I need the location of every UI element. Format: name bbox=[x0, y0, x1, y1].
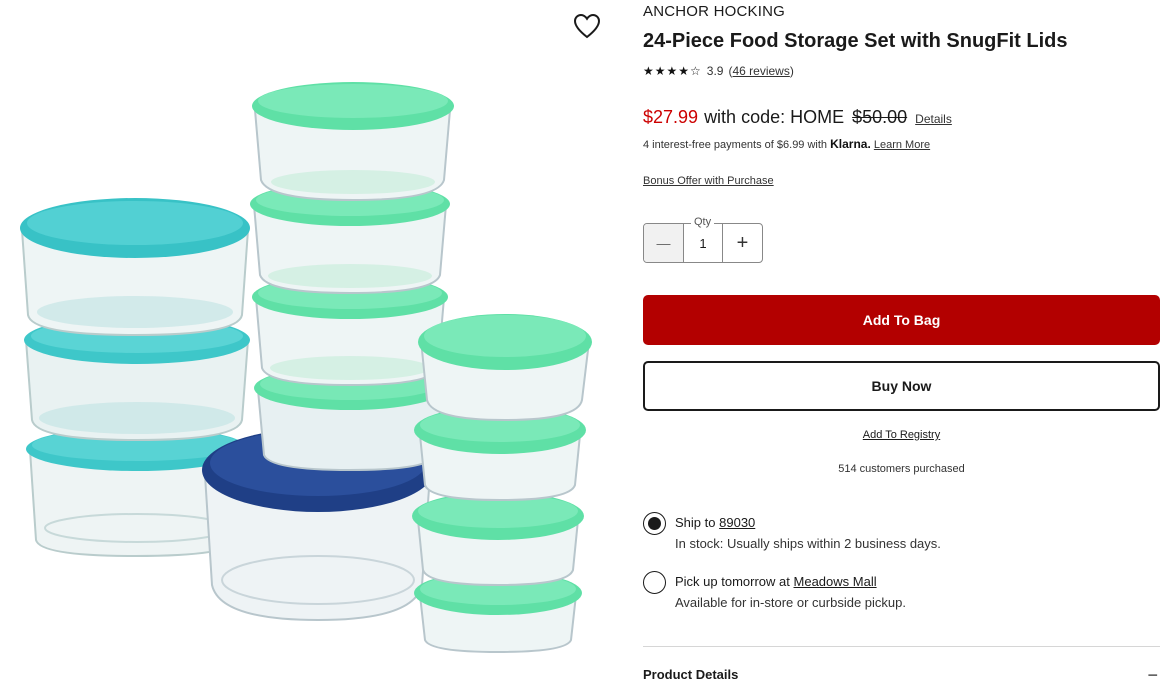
add-to-registry-link[interactable]: Add To Registry bbox=[863, 429, 940, 441]
favorite-button[interactable] bbox=[572, 12, 602, 40]
product-image[interactable] bbox=[0, 0, 620, 693]
ship-status: In stock: Usually ships within 2 busines… bbox=[675, 536, 941, 551]
pickup-option-label: Pick up tomorrow at Meadows Mall bbox=[675, 574, 906, 589]
reviews-link[interactable]: 46 reviews bbox=[732, 64, 789, 78]
pickup-option: Pick up tomorrow at Meadows Mall Availab… bbox=[643, 571, 906, 610]
price-details-link[interactable]: Details bbox=[915, 112, 952, 126]
klarna-installments: 4 interest-free payments of $6.99 with K… bbox=[643, 137, 930, 151]
plus-icon: + bbox=[736, 231, 749, 254]
rating-value: 3.9 bbox=[706, 64, 724, 78]
klarna-text: 4 interest-free payments of $6.99 with bbox=[643, 139, 828, 151]
pickup-store-link[interactable]: Meadows Mall bbox=[794, 574, 877, 589]
ship-label: Ship bbox=[675, 515, 702, 530]
brand-name[interactable]: ANCHOR HOCKING bbox=[643, 3, 785, 20]
buy-now-button[interactable]: Buy Now bbox=[643, 361, 1160, 411]
klarna-logo: Klarna. bbox=[830, 137, 871, 151]
pickup-option-text: Pick up tomorrow at Meadows Mall Availab… bbox=[675, 574, 906, 610]
registry-row: Add To Registry bbox=[643, 429, 1160, 441]
container-right-1 bbox=[418, 314, 592, 422]
quantity-decrease-button[interactable]: — bbox=[644, 224, 684, 262]
ship-option-text: Ship to 89030 In stock: Usually ships wi… bbox=[675, 515, 941, 551]
pickup-at-text: at bbox=[779, 574, 790, 589]
bonus-offer-link[interactable]: Bonus Offer with Purchase bbox=[643, 175, 774, 187]
product-title: 24-Piece Food Storage Set with SnugFit L… bbox=[643, 30, 1068, 52]
ship-option-label: Ship to 89030 bbox=[675, 515, 941, 530]
container-left-top bbox=[20, 198, 250, 337]
collapse-icon[interactable]: − bbox=[1147, 666, 1158, 684]
sale-price: $27.99 bbox=[643, 107, 699, 127]
customers-purchased-count: 514 customers purchased bbox=[838, 463, 965, 475]
radio-selected-dot bbox=[648, 517, 661, 530]
promo-code-text: with code: HOME bbox=[704, 107, 845, 127]
quantity-increase-button[interactable]: + bbox=[722, 224, 762, 262]
add-to-bag-button[interactable]: Add To Bag bbox=[643, 295, 1160, 345]
quantity-stepper: — 1 + bbox=[643, 223, 763, 263]
product-details-title: Product Details bbox=[643, 667, 739, 682]
star-rating-icon: ★★★★☆ bbox=[643, 64, 702, 78]
food-storage-containers-image bbox=[20, 82, 592, 654]
reviews-wrapper: (46 reviews) bbox=[728, 64, 794, 78]
pickup-label: Pick up tomorrow bbox=[675, 574, 776, 589]
ship-option: Ship to 89030 In stock: Usually ships wi… bbox=[643, 512, 941, 551]
container-right-3 bbox=[412, 492, 584, 587]
ship-zip-link[interactable]: 89030 bbox=[719, 515, 755, 530]
minus-icon: — bbox=[656, 235, 671, 251]
ship-to-text: to bbox=[704, 515, 716, 530]
section-divider bbox=[643, 646, 1160, 647]
pickup-radio[interactable] bbox=[643, 571, 666, 594]
quantity-input[interactable]: 1 bbox=[684, 224, 722, 262]
price-row: $27.99 with code: HOME $50.00 Details bbox=[643, 107, 952, 128]
rating-row: ★★★★☆ 3.9 (46 reviews) bbox=[643, 64, 794, 78]
original-price: $50.00 bbox=[852, 107, 908, 127]
heart-icon bbox=[573, 13, 601, 39]
product-details-accordion[interactable]: Product Details − bbox=[643, 666, 1160, 684]
klarna-learn-more-link[interactable]: Learn More bbox=[874, 139, 930, 151]
quantity-label: Qty bbox=[691, 216, 715, 228]
ship-radio[interactable] bbox=[643, 512, 666, 535]
container-center-1 bbox=[252, 82, 454, 202]
pickup-status: Available for in-store or curbside picku… bbox=[675, 595, 906, 610]
